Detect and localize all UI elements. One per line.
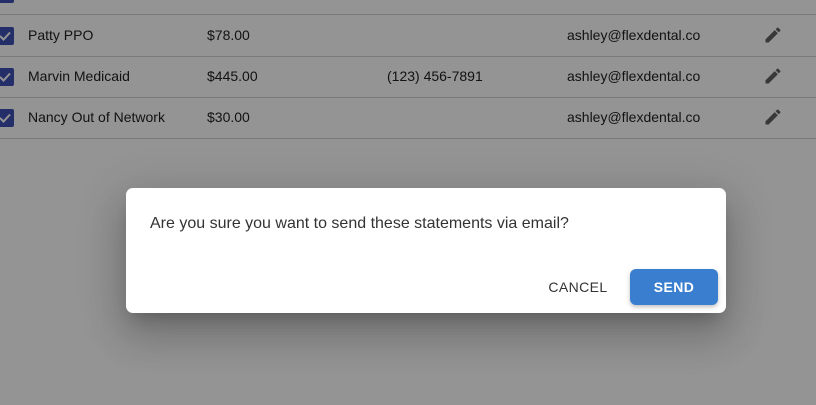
dialog-message: Are you sure you want to send these stat…	[150, 215, 569, 232]
cancel-button[interactable]: CANCEL	[536, 269, 620, 305]
send-button[interactable]: SEND	[630, 269, 718, 305]
confirm-send-dialog: Are you sure you want to send these stat…	[126, 188, 726, 313]
